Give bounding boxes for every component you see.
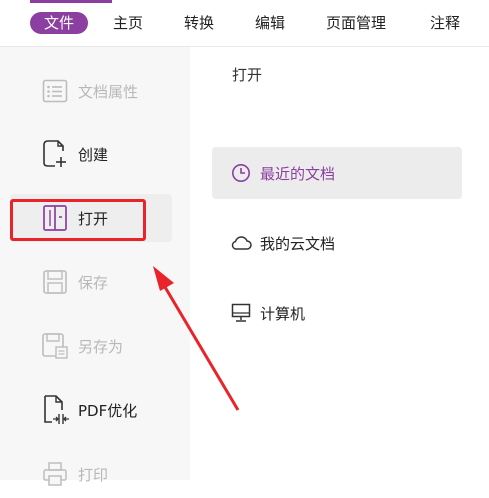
- document-properties-icon: [40, 76, 70, 106]
- tab-home[interactable]: 主页: [113, 12, 143, 34]
- tab-edit[interactable]: 编辑: [255, 12, 285, 34]
- computer-icon: [230, 302, 252, 324]
- active-tab-indicator: [30, 0, 112, 3]
- tab-convert[interactable]: 转换: [184, 12, 214, 34]
- open-option-label: 我的云文档: [260, 234, 336, 253]
- sidebar-item-label: 文档属性: [78, 82, 139, 101]
- tab-comment[interactable]: 注释: [430, 12, 460, 34]
- ribbon-tab-bar: 文件 主页 转换 编辑 页面管理 注释: [0, 0, 489, 47]
- save-icon: [40, 267, 70, 297]
- open-option-cloud-documents[interactable]: 我的云文档: [212, 217, 462, 269]
- sidebar-item-label: PDF优化: [78, 401, 138, 420]
- cloud-icon: [230, 232, 252, 254]
- sidebar-item-print[interactable]: 打印: [10, 450, 172, 498]
- sidebar-item-save[interactable]: 保存: [10, 258, 172, 306]
- tab-file[interactable]: 文件: [30, 12, 89, 34]
- pdf-optimize-icon: [40, 395, 70, 425]
- save-as-icon: [40, 331, 70, 361]
- file-menu-sidebar: 文档属性 创建 打开 保存 另存为 PDF优化 打印: [0, 47, 190, 486]
- print-icon: [40, 459, 70, 489]
- open-option-label: 最近的文档: [260, 164, 336, 183]
- sidebar-item-label: 创建: [78, 145, 109, 164]
- sidebar-item-pdf-optimize[interactable]: PDF优化: [10, 386, 172, 434]
- open-option-recent-documents[interactable]: 最近的文档: [212, 147, 462, 199]
- sidebar-item-label: 另存为: [78, 337, 124, 356]
- open-option-label: 计算机: [260, 304, 306, 323]
- sidebar-item-label: 打印: [78, 465, 109, 484]
- tab-page-management[interactable]: 页面管理: [326, 12, 386, 34]
- sidebar-item-label: 保存: [78, 273, 109, 292]
- sidebar-item-create[interactable]: 创建: [10, 130, 172, 178]
- open-option-computer[interactable]: 计算机: [212, 287, 462, 339]
- sidebar-item-save-as[interactable]: 另存为: [10, 322, 172, 370]
- sidebar-item-document-properties[interactable]: 文档属性: [10, 67, 172, 115]
- create-document-icon: [40, 139, 70, 169]
- sidebar-item-open[interactable]: 打开: [10, 194, 172, 242]
- clock-icon: [230, 162, 252, 184]
- sidebar-item-label: 打开: [78, 209, 109, 228]
- open-book-icon: [40, 203, 70, 233]
- panel-title: 打开: [232, 66, 263, 84]
